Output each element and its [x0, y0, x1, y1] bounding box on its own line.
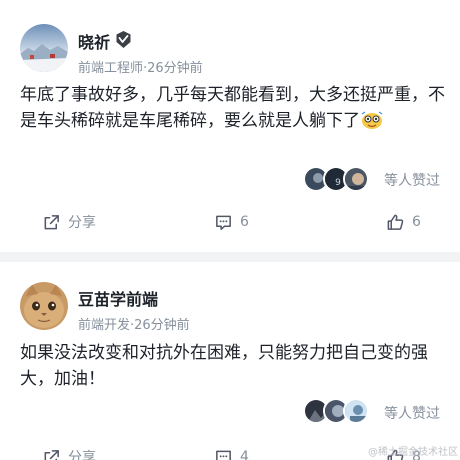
author-name[interactable]: 豆苗学前端	[78, 286, 158, 310]
post-card: 豆苗学前端 前端开发·26分钟前 如果没法改变和对抗外在困难，只能努力把自己变的…	[0, 262, 460, 460]
author-name[interactable]: 晓祈	[78, 29, 110, 53]
level-badge-icon	[114, 30, 133, 49]
liker-avatars[interactable]: 9	[303, 166, 383, 192]
watermark: @稀土掘金技术社区	[368, 447, 458, 458]
like-button[interactable]: 6	[386, 210, 421, 234]
share-icon	[44, 214, 59, 229]
share-button[interactable]: 分享	[42, 210, 96, 234]
comment-icon	[216, 450, 231, 460]
liker-avatars[interactable]	[303, 398, 383, 424]
post-separator	[0, 252, 460, 262]
likers-text[interactable]: 等人赞过	[384, 403, 440, 423]
author-meta: 前端工程师·26分钟前	[78, 61, 203, 76]
liker-avatar	[343, 166, 369, 192]
share-icon	[44, 449, 59, 460]
liker-avatar	[343, 398, 369, 424]
author-meta: 前端开发·26分钟前	[78, 318, 190, 333]
action-bar: 分享 6 6	[0, 210, 460, 234]
comment-count: 6	[240, 214, 249, 230]
share-label: 分享	[68, 215, 96, 231]
share-label: 分享	[68, 450, 96, 460]
post-content: 如果没法改变和对抗外在困难，只能努力把自己变的强大，加油！	[20, 340, 450, 392]
post-card: 晓祈 前端工程师·26分钟前 年底了事故好多，几乎每天都能看到，大多还挺严重，不…	[0, 0, 460, 252]
svg-text:9: 9	[335, 178, 341, 188]
comment-button[interactable]: 6	[214, 210, 249, 234]
likers-text[interactable]: 等人赞过	[384, 170, 440, 190]
post-content: 年底了事故好多，几乎每天都能看到，大多还挺严重，不是车头稀碎就是车尾稀碎，要么就…	[20, 82, 450, 134]
post-text: 如果没法改变和对抗外在困难，只能努力把自己变的强大，加油！	[20, 343, 428, 389]
comment-icon	[216, 215, 231, 230]
thumbs-up-icon	[387, 214, 404, 230]
nerd-face-emoji-icon	[360, 110, 384, 130]
comment-button[interactable]: 4	[214, 445, 249, 460]
author-avatar[interactable]	[20, 24, 68, 72]
share-button[interactable]: 分享	[42, 445, 96, 460]
author-avatar[interactable]	[20, 282, 68, 330]
comment-count: 4	[240, 449, 249, 460]
like-count: 6	[412, 214, 421, 230]
